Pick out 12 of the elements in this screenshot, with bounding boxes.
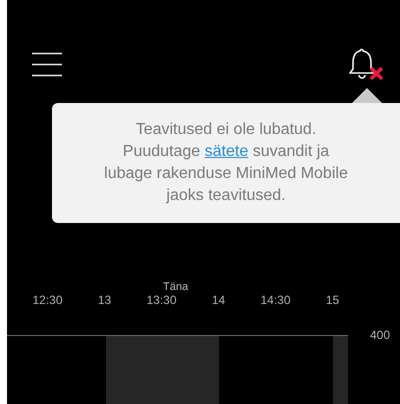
menu-icon[interactable] (32, 52, 62, 77)
notification-off-icon[interactable] (349, 48, 385, 82)
time-tick-label: 13 (96, 293, 112, 307)
time-tick-label: 12:30 (31, 293, 64, 307)
day-label: Täna (163, 281, 188, 293)
time-tick-label: 14:30 (259, 293, 292, 307)
y-axis-label: 400 (370, 328, 390, 342)
time-tick-label: 14 (210, 293, 226, 307)
settings-link[interactable]: sätete (204, 143, 248, 160)
time-tick-label: 15 (324, 293, 340, 307)
time-tick-label: 13:30 (145, 293, 178, 307)
popup-message: Teavitused ei ole lubatud. Puudutage sätete suvandit ja lubage rakenduse MiniMed Mobile jaoks teavitused. (103, 120, 349, 206)
